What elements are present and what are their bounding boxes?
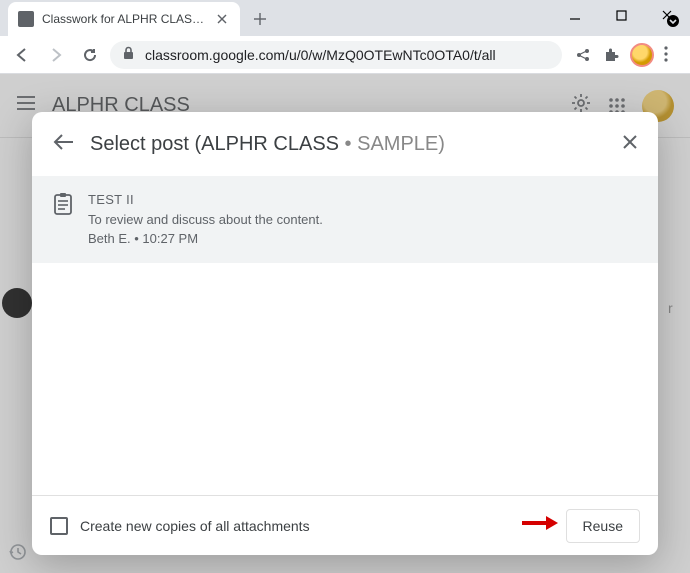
profile-avatar[interactable]: [630, 43, 654, 67]
maximize-button[interactable]: [598, 0, 644, 30]
new-tab-button[interactable]: [246, 5, 274, 33]
dialog-title-sub: • SAMPLE): [339, 133, 445, 155]
dialog-footer: Create new copies of all attachments Reu…: [32, 495, 658, 555]
reload-button[interactable]: [76, 41, 104, 69]
dialog-back-button[interactable]: [52, 133, 74, 156]
share-icon[interactable]: [574, 46, 592, 64]
dialog-title-main: Select post (ALPHR CLASS: [90, 133, 339, 155]
assignment-icon: [52, 192, 74, 221]
post-item[interactable]: TEST II To review and discuss about the …: [32, 176, 658, 263]
extensions-icon[interactable]: [602, 46, 620, 64]
post-title: TEST II: [88, 190, 323, 210]
address-bar[interactable]: classroom.google.com/u/0/w/MzQ0OTEwNTc0O…: [110, 41, 562, 69]
annotation-arrow-icon: [520, 514, 560, 537]
dialog-title: Select post (ALPHR CLASS • SAMPLE): [90, 133, 445, 156]
tab-favicon: [18, 11, 34, 27]
url-text: classroom.google.com/u/0/w/MzQ0OTEwNTc0O…: [145, 47, 496, 63]
dialog-header: Select post (ALPHR CLASS • SAMPLE): [32, 112, 658, 176]
dialog-body: [32, 263, 658, 496]
checkbox-icon: [50, 517, 68, 535]
forward-nav-button: [42, 41, 70, 69]
post-description: To review and discuss about the content.: [88, 210, 323, 230]
lock-icon: [122, 46, 135, 63]
checkbox-label: Create new copies of all attachments: [80, 518, 310, 534]
close-window-button[interactable]: [644, 0, 690, 30]
copy-attachments-checkbox[interactable]: Create new copies of all attachments: [50, 517, 310, 535]
reuse-button[interactable]: Reuse: [566, 509, 640, 543]
tab-close-icon[interactable]: [214, 11, 230, 27]
post-info: TEST II To review and discuss about the …: [88, 190, 323, 249]
back-nav-button[interactable]: [8, 41, 36, 69]
select-post-dialog: Select post (ALPHR CLASS • SAMPLE) TEST …: [32, 112, 658, 555]
tab-title: Classwork for ALPHR CLASS SAM: [42, 12, 206, 26]
post-meta: Beth E. • 10:27 PM: [88, 229, 323, 249]
chrome-menu-icon[interactable]: [664, 46, 682, 64]
browser-toolbar: classroom.google.com/u/0/w/MzQ0OTEwNTc0O…: [0, 36, 690, 74]
minimize-button[interactable]: [552, 0, 598, 30]
window-controls: [552, 0, 690, 30]
dialog-close-button[interactable]: [622, 134, 638, 155]
browser-tab[interactable]: Classwork for ALPHR CLASS SAM: [8, 2, 240, 36]
